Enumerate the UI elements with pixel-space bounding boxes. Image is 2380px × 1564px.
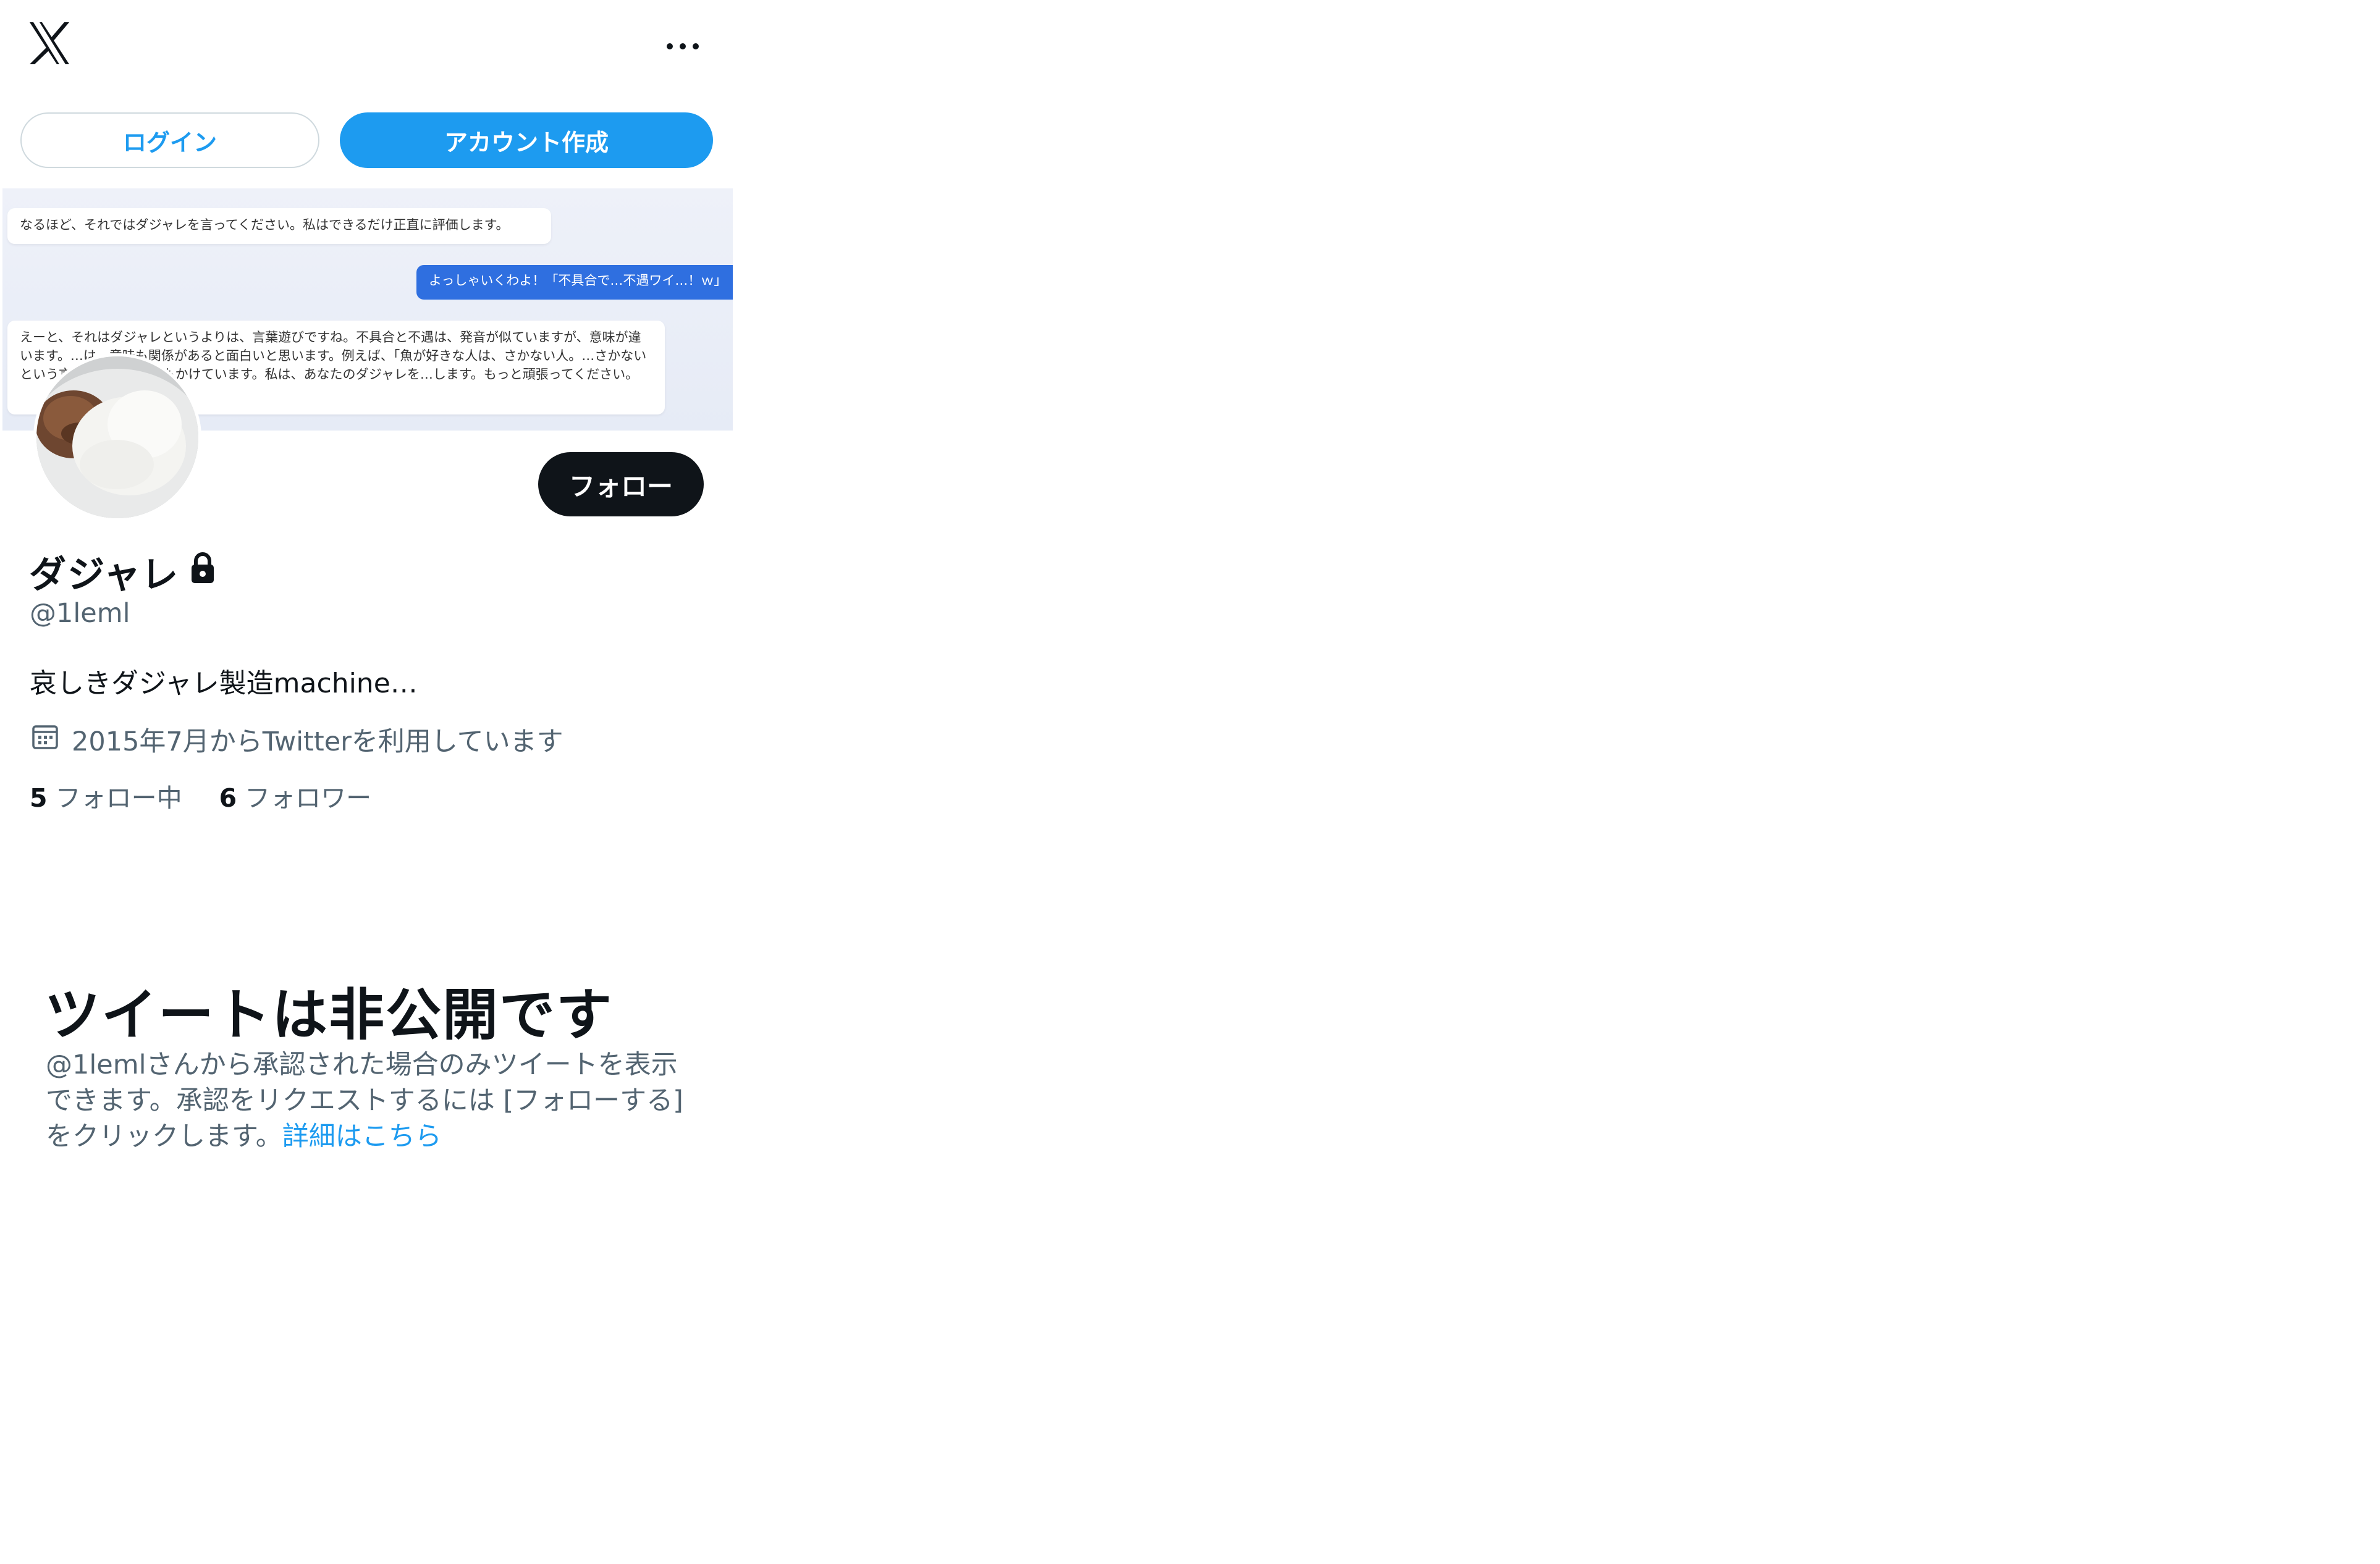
lock-icon xyxy=(188,550,217,594)
private-tweets-message: @1lemlさんから承認された場合のみツイートを表示できます。承認をリクエストす… xyxy=(46,1047,688,1154)
followers-label: フォロワー xyxy=(245,783,372,813)
follow-stats: 5 フォロー中 6 フォロワー xyxy=(30,777,371,814)
profile-handle: @1leml xyxy=(30,598,130,629)
joined-date-row: 2015年7月からTwitterを利用しています xyxy=(31,720,563,759)
following-label: フォロー中 xyxy=(55,783,182,813)
banner-chat-bubble-user: よっしゃいくわよ！「不具合で…不遇ワイ…！ｗ」 xyxy=(416,265,733,300)
profile-name-row: ダジャレ xyxy=(29,545,217,599)
banner-chat-bubble: なるほど、それではダジャレを言ってください。私はできるだけ正直に評価します。 xyxy=(7,208,551,244)
more-options-icon[interactable] xyxy=(655,34,711,59)
learn-more-link[interactable]: 詳細はこちら xyxy=(282,1121,442,1152)
private-tweets-title: ツイートは非公開です xyxy=(44,983,613,1048)
followers-count: 6 xyxy=(219,783,237,813)
profile-bio: 哀しきダジャレ製造machine… xyxy=(30,668,418,699)
calendar-icon xyxy=(31,722,59,757)
login-button[interactable]: ログイン xyxy=(20,112,319,168)
x-logo-icon[interactable] xyxy=(25,19,74,68)
create-account-button[interactable]: アカウント作成 xyxy=(340,112,713,168)
follow-button[interactable]: フォロー xyxy=(538,452,704,516)
followers-link[interactable]: 6 フォロワー xyxy=(219,777,372,814)
joined-date: 2015年7月からTwitterを利用しています xyxy=(72,726,563,757)
avatar[interactable] xyxy=(33,353,201,521)
following-count: 5 xyxy=(30,783,48,813)
profile-name: ダジャレ xyxy=(29,553,179,597)
following-link[interactable]: 5 フォロー中 xyxy=(30,777,182,814)
